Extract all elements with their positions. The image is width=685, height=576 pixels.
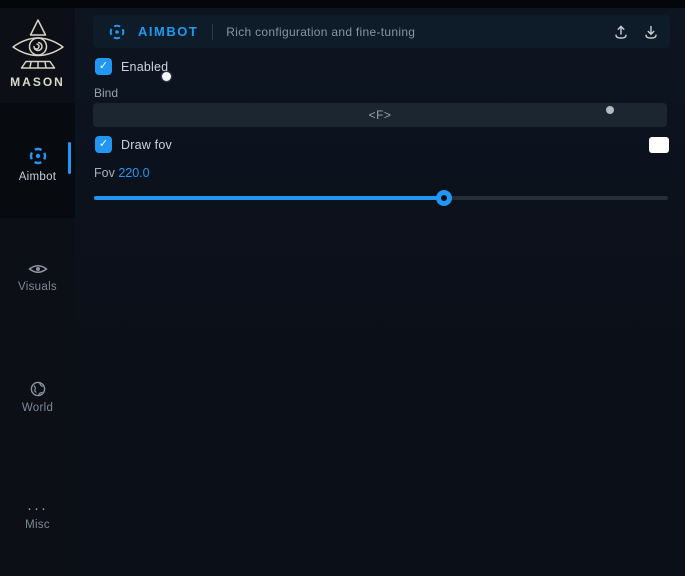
sidebar-item-visuals[interactable]: Visuals <box>0 258 75 304</box>
brand-name: MASON <box>0 75 75 89</box>
sidebar-item-label: Misc <box>0 519 75 531</box>
sidebar-item-label: Aimbot <box>0 171 75 183</box>
slider-thumb[interactable] <box>436 190 452 206</box>
enabled-label: Enabled <box>121 60 168 74</box>
fov-color-swatch[interactable] <box>649 137 669 153</box>
fov-label: Fov 220.0 <box>94 166 150 180</box>
app-window: MASON Aimbot Visuals W <box>0 0 685 576</box>
eye-icon <box>28 262 48 276</box>
check-icon: ✓ <box>99 60 108 72</box>
sidebar-item-label: Visuals <box>0 281 75 293</box>
slider-fill <box>94 196 444 200</box>
crosshair-icon <box>28 146 48 166</box>
export-icon <box>613 24 629 40</box>
mason-eye-pyramid-icon <box>9 18 67 72</box>
window-top-strip <box>0 0 685 8</box>
export-config-button[interactable] <box>606 15 636 48</box>
fov-label-text: Fov <box>94 166 115 180</box>
import-icon <box>643 24 659 40</box>
bind-key-input[interactable]: <F> <box>93 103 667 127</box>
sidebar-item-world[interactable]: World <box>0 378 75 422</box>
crosshair-icon <box>108 23 126 41</box>
bind-label: Bind <box>94 86 118 100</box>
ellipsis-icon: ··· <box>0 504 75 514</box>
sidebar-item-label: World <box>0 402 75 414</box>
section-header: AIMBOT Rich configuration and fine-tunin… <box>93 15 670 48</box>
header-divider <box>212 24 213 40</box>
mouse-cursor-dot <box>162 72 171 81</box>
draw-fov-checkbox[interactable]: ✓ <box>95 136 112 153</box>
sidebar: MASON Aimbot Visuals W <box>0 8 75 576</box>
import-config-button[interactable] <box>636 15 666 48</box>
brand-logo: MASON <box>0 18 75 89</box>
active-tab-indicator <box>68 142 71 174</box>
fov-value: 220.0 <box>118 166 149 180</box>
sidebar-item-aimbot[interactable]: Aimbot <box>0 103 75 218</box>
check-icon: ✓ <box>99 138 108 150</box>
draw-fov-label: Draw fov <box>121 138 172 152</box>
sidebar-item-misc[interactable]: ··· Misc <box>0 496 75 542</box>
globe-icon <box>30 381 46 397</box>
main-panel: AIMBOT Rich configuration and fine-tunin… <box>75 8 685 576</box>
indicator-dot <box>606 106 614 114</box>
section-subtitle: Rich configuration and fine-tuning <box>226 25 415 39</box>
section-title: AIMBOT <box>138 24 198 39</box>
bind-key-value: <F> <box>369 108 392 122</box>
fov-slider[interactable] <box>94 188 668 208</box>
enabled-checkbox[interactable]: ✓ <box>95 58 112 75</box>
